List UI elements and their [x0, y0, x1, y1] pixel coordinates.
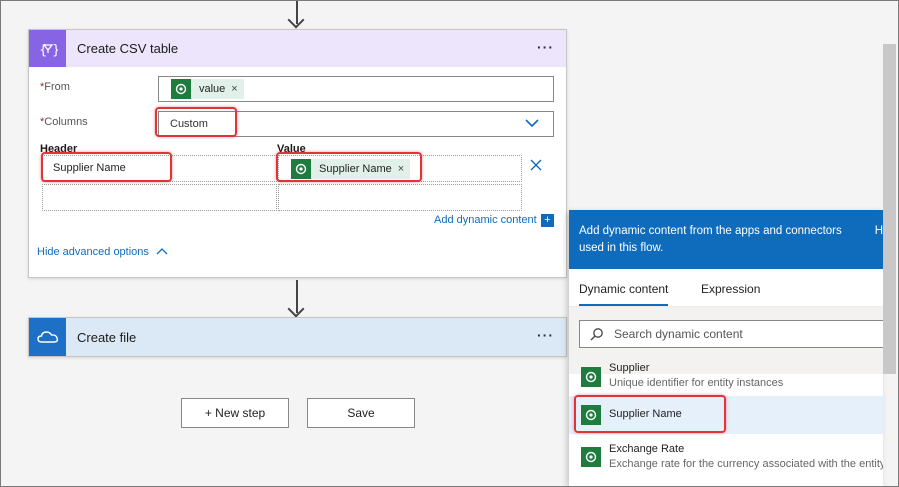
add-dynamic-content-link[interactable]: Add dynamic content [434, 214, 537, 226]
highlight-header-cell [41, 152, 172, 182]
file-card-menu-button[interactable]: ··· [537, 327, 554, 343]
file-card-title: Create file [77, 329, 137, 345]
dynamic-item-subtitle: Exchange rate for the currency associate… [609, 458, 883, 470]
remove-token-icon[interactable]: × [231, 83, 237, 95]
tab-dynamic-content[interactable]: Dynamic content [579, 282, 669, 306]
tab-expression[interactable]: Expression [701, 282, 760, 296]
dynamic-item-subtitle: Unique identifier for entity instances [609, 377, 784, 389]
header-cell-2[interactable] [42, 184, 277, 211]
dynamic-panel-tabs: Dynamic content Expression [569, 269, 883, 307]
save-button[interactable]: Save [307, 398, 415, 428]
csv-card-title: Create CSV table [77, 41, 179, 56]
dataverse-icon [581, 447, 601, 467]
data-operation-icon: {} [29, 30, 66, 67]
connector-arrow-top [296, 0, 298, 24]
create-file-card: Create file ··· [28, 317, 567, 357]
delete-row-icon[interactable] [529, 158, 543, 175]
dynamic-item-title: Supplier [609, 362, 650, 374]
from-input[interactable]: value × [158, 76, 554, 102]
add-dynamic-content-icon[interactable]: + [541, 214, 554, 227]
highlight-value-token [276, 152, 422, 182]
dynamic-item-title: Exchange Rate [609, 443, 685, 455]
highlight-dynamic-supplier-name [574, 395, 726, 433]
dataverse-icon [171, 79, 191, 99]
dynamic-search-input[interactable]: Search dynamic content [579, 320, 883, 348]
dynamic-item-supplier[interactable]: Supplier Unique identifier for entity in… [569, 359, 883, 399]
dynamic-panel-header: Add dynamic content from the apps and co… [569, 210, 883, 269]
dynamic-item-exchange-rate[interactable]: Exchange Rate Exchange rate for the curr… [569, 438, 883, 478]
hide-panel-link[interactable]: H [875, 223, 883, 240]
from-label: *From [40, 81, 70, 93]
connector-arrow-middle [296, 280, 298, 313]
dataverse-icon [581, 367, 601, 387]
onedrive-icon [29, 318, 66, 356]
dynamic-content-panel: Add dynamic content from the apps and co… [569, 210, 883, 487]
new-step-button[interactable]: + New step [181, 398, 289, 428]
columns-label: *Columns [40, 116, 88, 128]
page-scrollbar[interactable] [883, 44, 896, 374]
svg-text:}: } [52, 43, 58, 58]
file-card-header[interactable]: Create file ··· [29, 318, 566, 356]
csv-card-header[interactable]: {} Create CSV table ··· [29, 30, 566, 67]
chevron-up-icon [156, 248, 168, 255]
highlight-columns-custom [155, 107, 237, 137]
search-icon [590, 328, 603, 341]
chevron-down-icon [525, 117, 539, 131]
from-value-token[interactable]: value × [171, 79, 244, 99]
value-cell-2[interactable] [278, 184, 522, 211]
csv-card-menu-button[interactable]: ··· [537, 39, 554, 55]
hide-advanced-options-link[interactable]: Hide advanced options [37, 246, 168, 258]
